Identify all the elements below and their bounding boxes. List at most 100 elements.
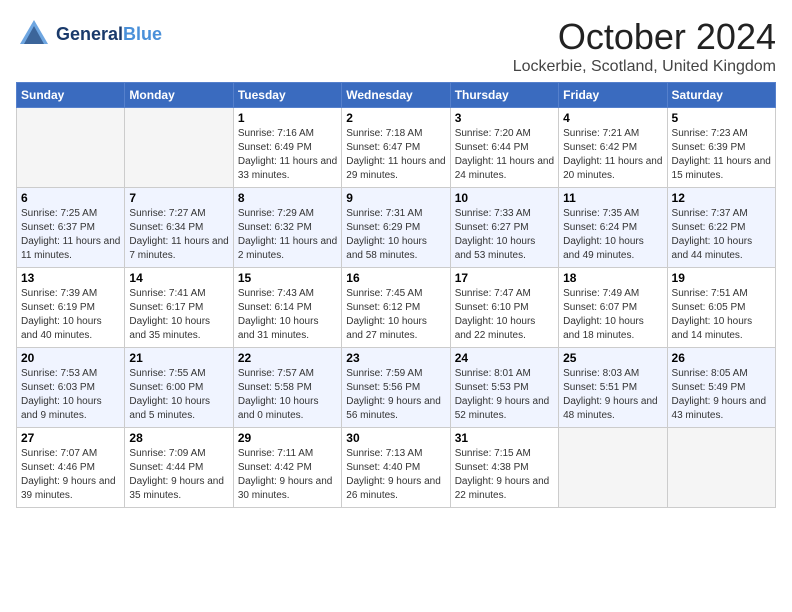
day-info: Sunrise: 7:11 AMSunset: 4:42 PMDaylight:… bbox=[238, 447, 337, 503]
calendar-cell: 3Sunrise: 7:20 AMSunset: 6:44 PMDaylight… bbox=[450, 108, 558, 188]
location: Lockerbie, Scotland, United Kingdom bbox=[513, 58, 776, 76]
day-info: Sunrise: 7:55 AMSunset: 6:00 PMDaylight:… bbox=[129, 367, 228, 423]
calendar-row-4: 20 Sunrise: 7:53 AMSunset: 6:03 PMDayligh… bbox=[17, 348, 776, 428]
day-number: 30 bbox=[346, 431, 445, 445]
day-number: 5 bbox=[672, 111, 771, 125]
day-number: 20 bbox=[21, 351, 120, 365]
day-number: 27 bbox=[21, 431, 120, 445]
calendar-cell: 2Sunrise: 7:18 AMSunset: 6:47 PMDaylight… bbox=[342, 108, 450, 188]
calendar-cell: 6 Sunrise: 7:25 AMSunset: 6:37 PMDaylight… bbox=[17, 188, 125, 268]
calendar-cell: 12 Sunrise: 7:37 AMSunset: 6:22 PMDayligh… bbox=[667, 188, 775, 268]
calendar-cell: 15 Sunrise: 7:43 AMSunset: 6:14 PMDayligh… bbox=[233, 268, 341, 348]
day-info: Sunrise: 7:18 AMSunset: 6:47 PMDaylight:… bbox=[346, 127, 445, 183]
calendar-row-1: 1 Sunrise: 7:16 AMSunset: 6:49 PMDaylight… bbox=[17, 108, 776, 188]
day-info: Sunrise: 7:41 AMSunset: 6:17 PMDaylight:… bbox=[129, 287, 228, 343]
calendar-cell: 11Sunrise: 7:35 AMSunset: 6:24 PMDayligh… bbox=[559, 188, 667, 268]
day-info: Sunrise: 8:05 AMSunset: 5:49 PMDaylight:… bbox=[672, 367, 771, 423]
day-info: Sunrise: 7:51 AMSunset: 6:05 PMDaylight:… bbox=[672, 287, 771, 343]
day-number: 6 bbox=[21, 191, 120, 205]
day-info: Sunrise: 7:16 AMSunset: 6:49 PMDaylight:… bbox=[238, 127, 337, 183]
logo-blue: Blue bbox=[123, 24, 162, 45]
day-info: Sunrise: 8:01 AMSunset: 5:53 PMDaylight:… bbox=[455, 367, 554, 423]
calendar-cell bbox=[17, 108, 125, 188]
calendar-table: Sunday Monday Tuesday Wednesday Thursday… bbox=[16, 82, 776, 508]
day-number: 4 bbox=[563, 111, 662, 125]
logo-general: General bbox=[56, 24, 123, 45]
day-number: 10 bbox=[455, 191, 554, 205]
day-info: Sunrise: 7:15 AMSunset: 4:38 PMDaylight:… bbox=[455, 447, 554, 503]
day-number: 18 bbox=[563, 271, 662, 285]
col-sunday: Sunday bbox=[17, 83, 125, 108]
day-info: Sunrise: 7:20 AMSunset: 6:44 PMDaylight:… bbox=[455, 127, 554, 183]
day-number: 15 bbox=[238, 271, 337, 285]
month-title: October 2024 bbox=[513, 16, 776, 58]
calendar-cell: 5Sunrise: 7:23 AMSunset: 6:39 PMDaylight… bbox=[667, 108, 775, 188]
calendar-cell: 31 Sunrise: 7:15 AMSunset: 4:38 PMDayligh… bbox=[450, 428, 558, 508]
day-info: Sunrise: 8:03 AMSunset: 5:51 PMDaylight:… bbox=[563, 367, 662, 423]
day-number: 29 bbox=[238, 431, 337, 445]
calendar-cell: 9Sunrise: 7:31 AMSunset: 6:29 PMDaylight… bbox=[342, 188, 450, 268]
day-number: 14 bbox=[129, 271, 228, 285]
calendar-cell: 10 Sunrise: 7:33 AMSunset: 6:27 PMDayligh… bbox=[450, 188, 558, 268]
calendar-cell: 18 Sunrise: 7:49 AMSunset: 6:07 PMDayligh… bbox=[559, 268, 667, 348]
day-info: Sunrise: 7:43 AMSunset: 6:14 PMDaylight:… bbox=[238, 287, 337, 343]
day-info: Sunrise: 7:25 AMSunset: 6:37 PMDaylight:… bbox=[21, 207, 120, 263]
calendar-cell: 24 Sunrise: 8:01 AMSunset: 5:53 PMDayligh… bbox=[450, 348, 558, 428]
day-number: 25 bbox=[563, 351, 662, 365]
logo-text-block: General Blue bbox=[56, 24, 162, 45]
title-block: October 2024 Lockerbie, Scotland, United… bbox=[513, 16, 776, 76]
col-monday: Monday bbox=[125, 83, 233, 108]
calendar-cell: 29 Sunrise: 7:11 AMSunset: 4:42 PMDayligh… bbox=[233, 428, 341, 508]
day-info: Sunrise: 7:37 AMSunset: 6:22 PMDaylight:… bbox=[672, 207, 771, 263]
day-info: Sunrise: 7:33 AMSunset: 6:27 PMDaylight:… bbox=[455, 207, 554, 263]
logo-icon bbox=[16, 16, 52, 52]
day-number: 13 bbox=[21, 271, 120, 285]
day-info: Sunrise: 7:49 AMSunset: 6:07 PMDaylight:… bbox=[563, 287, 662, 343]
calendar-row-2: 6 Sunrise: 7:25 AMSunset: 6:37 PMDaylight… bbox=[17, 188, 776, 268]
logo: General Blue bbox=[16, 16, 162, 52]
day-info: Sunrise: 7:07 AMSunset: 4:46 PMDaylight:… bbox=[21, 447, 120, 503]
calendar-cell: 27 Sunrise: 7:07 AMSunset: 4:46 PMDayligh… bbox=[17, 428, 125, 508]
calendar-cell: 21Sunrise: 7:55 AMSunset: 6:00 PMDayligh… bbox=[125, 348, 233, 428]
col-thursday: Thursday bbox=[450, 83, 558, 108]
day-number: 28 bbox=[129, 431, 228, 445]
calendar-cell: 14 Sunrise: 7:41 AMSunset: 6:17 PMDayligh… bbox=[125, 268, 233, 348]
day-number: 22 bbox=[238, 351, 337, 365]
calendar-cell: 13 Sunrise: 7:39 AMSunset: 6:19 PMDayligh… bbox=[17, 268, 125, 348]
col-wednesday: Wednesday bbox=[342, 83, 450, 108]
day-number: 17 bbox=[455, 271, 554, 285]
day-info: Sunrise: 7:31 AMSunset: 6:29 PMDaylight:… bbox=[346, 207, 445, 263]
day-info: Sunrise: 7:21 AMSunset: 6:42 PMDaylight:… bbox=[563, 127, 662, 183]
day-number: 23 bbox=[346, 351, 445, 365]
day-info: Sunrise: 7:39 AMSunset: 6:19 PMDaylight:… bbox=[21, 287, 120, 343]
calendar-cell bbox=[667, 428, 775, 508]
calendar-cell: 26 Sunrise: 8:05 AMSunset: 5:49 PMDayligh… bbox=[667, 348, 775, 428]
day-info: Sunrise: 7:53 AMSunset: 6:03 PMDaylight:… bbox=[21, 367, 120, 423]
calendar-cell: 25 Sunrise: 8:03 AMSunset: 5:51 PMDayligh… bbox=[559, 348, 667, 428]
day-number: 16 bbox=[346, 271, 445, 285]
day-info: Sunrise: 7:35 AMSunset: 6:24 PMDaylight:… bbox=[563, 207, 662, 263]
day-info: Sunrise: 7:09 AMSunset: 4:44 PMDaylight:… bbox=[129, 447, 228, 503]
calendar-cell: 22 Sunrise: 7:57 AMSunset: 5:58 PMDayligh… bbox=[233, 348, 341, 428]
calendar-cell bbox=[125, 108, 233, 188]
calendar-cell: 17Sunrise: 7:47 AMSunset: 6:10 PMDayligh… bbox=[450, 268, 558, 348]
day-info: Sunrise: 7:57 AMSunset: 5:58 PMDaylight:… bbox=[238, 367, 337, 423]
day-number: 26 bbox=[672, 351, 771, 365]
day-number: 24 bbox=[455, 351, 554, 365]
day-number: 19 bbox=[672, 271, 771, 285]
calendar-row-5: 27 Sunrise: 7:07 AMSunset: 4:46 PMDayligh… bbox=[17, 428, 776, 508]
calendar-cell: 4 Sunrise: 7:21 AMSunset: 6:42 PMDaylight… bbox=[559, 108, 667, 188]
day-info: Sunrise: 7:45 AMSunset: 6:12 PMDaylight:… bbox=[346, 287, 445, 343]
calendar-cell: 16 Sunrise: 7:45 AMSunset: 6:12 PMDayligh… bbox=[342, 268, 450, 348]
day-number: 1 bbox=[238, 111, 337, 125]
page-header: General Blue October 2024 Lockerbie, Sco… bbox=[16, 16, 776, 76]
day-number: 12 bbox=[672, 191, 771, 205]
calendar-cell: 8Sunrise: 7:29 AMSunset: 6:32 PMDaylight… bbox=[233, 188, 341, 268]
col-tuesday: Tuesday bbox=[233, 83, 341, 108]
calendar-row-3: 13 Sunrise: 7:39 AMSunset: 6:19 PMDayligh… bbox=[17, 268, 776, 348]
day-info: Sunrise: 7:59 AMSunset: 5:56 PMDaylight:… bbox=[346, 367, 445, 423]
day-info: Sunrise: 7:13 AMSunset: 4:40 PMDaylight:… bbox=[346, 447, 445, 503]
day-number: 31 bbox=[455, 431, 554, 445]
calendar-cell: 7Sunrise: 7:27 AMSunset: 6:34 PMDaylight… bbox=[125, 188, 233, 268]
day-info: Sunrise: 7:27 AMSunset: 6:34 PMDaylight:… bbox=[129, 207, 228, 263]
